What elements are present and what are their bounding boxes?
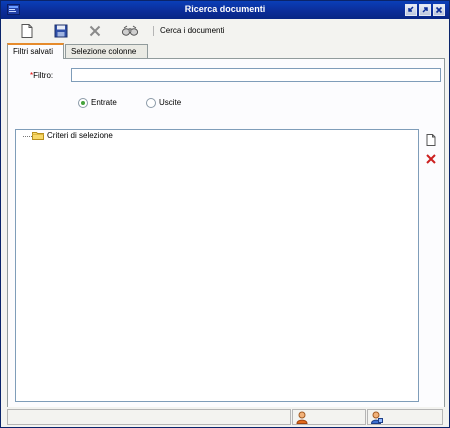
radio-entrate-label: Entrate xyxy=(91,98,117,107)
delete-item-icon[interactable] xyxy=(424,152,438,166)
status-main-cell xyxy=(7,409,291,425)
maximize-arrow-icon xyxy=(422,7,428,13)
tab-saved-filters[interactable]: Filtri salvati xyxy=(7,43,64,59)
user-group-icon xyxy=(371,411,383,424)
status-group-cell xyxy=(367,409,443,425)
maximize-button[interactable] xyxy=(419,4,431,16)
radio-uscite-label: Uscite xyxy=(159,98,182,107)
tree-root-criteria[interactable]: Criteri di selezione xyxy=(47,131,113,140)
filter-input[interactable] xyxy=(71,68,441,82)
new-item-icon[interactable] xyxy=(424,133,438,147)
toolbar: Cerca i documenti xyxy=(1,19,449,43)
radio-uscite-dot[interactable] xyxy=(146,98,156,108)
tree-connector-line xyxy=(23,136,32,137)
search-documents-window: Ricerca documenti Cerca i documenti Filt… xyxy=(0,0,450,428)
save-icon[interactable] xyxy=(53,23,69,39)
window-title: Ricerca documenti xyxy=(184,4,266,14)
minimize-arrow-icon xyxy=(408,6,414,12)
user-icon xyxy=(296,411,308,424)
minimize-button[interactable] xyxy=(405,4,417,16)
close-button[interactable] xyxy=(433,4,445,16)
saved-filters-panel: *Filtro: Entrate Uscite Criteri di selez… xyxy=(7,58,445,408)
status-user-cell xyxy=(292,409,366,425)
title-bar[interactable]: Ricerca documenti xyxy=(1,1,449,19)
tab-column-selection[interactable]: Selezione colonne xyxy=(65,44,148,59)
criteria-tree[interactable]: Criteri di selezione xyxy=(15,129,419,402)
filter-label-text: Filtro: xyxy=(33,71,54,80)
folder-icon xyxy=(32,132,44,140)
delete-icon[interactable] xyxy=(87,23,103,39)
new-document-icon[interactable] xyxy=(19,23,35,39)
status-bar xyxy=(1,407,449,427)
search-documents-button[interactable]: Cerca i documenti xyxy=(160,26,224,35)
search-binoculars-icon[interactable] xyxy=(121,23,139,39)
close-icon xyxy=(435,6,443,14)
filter-label: *Filtro: xyxy=(30,71,53,80)
toolbar-separator xyxy=(153,26,154,36)
radio-entrate-dot[interactable] xyxy=(78,98,88,108)
